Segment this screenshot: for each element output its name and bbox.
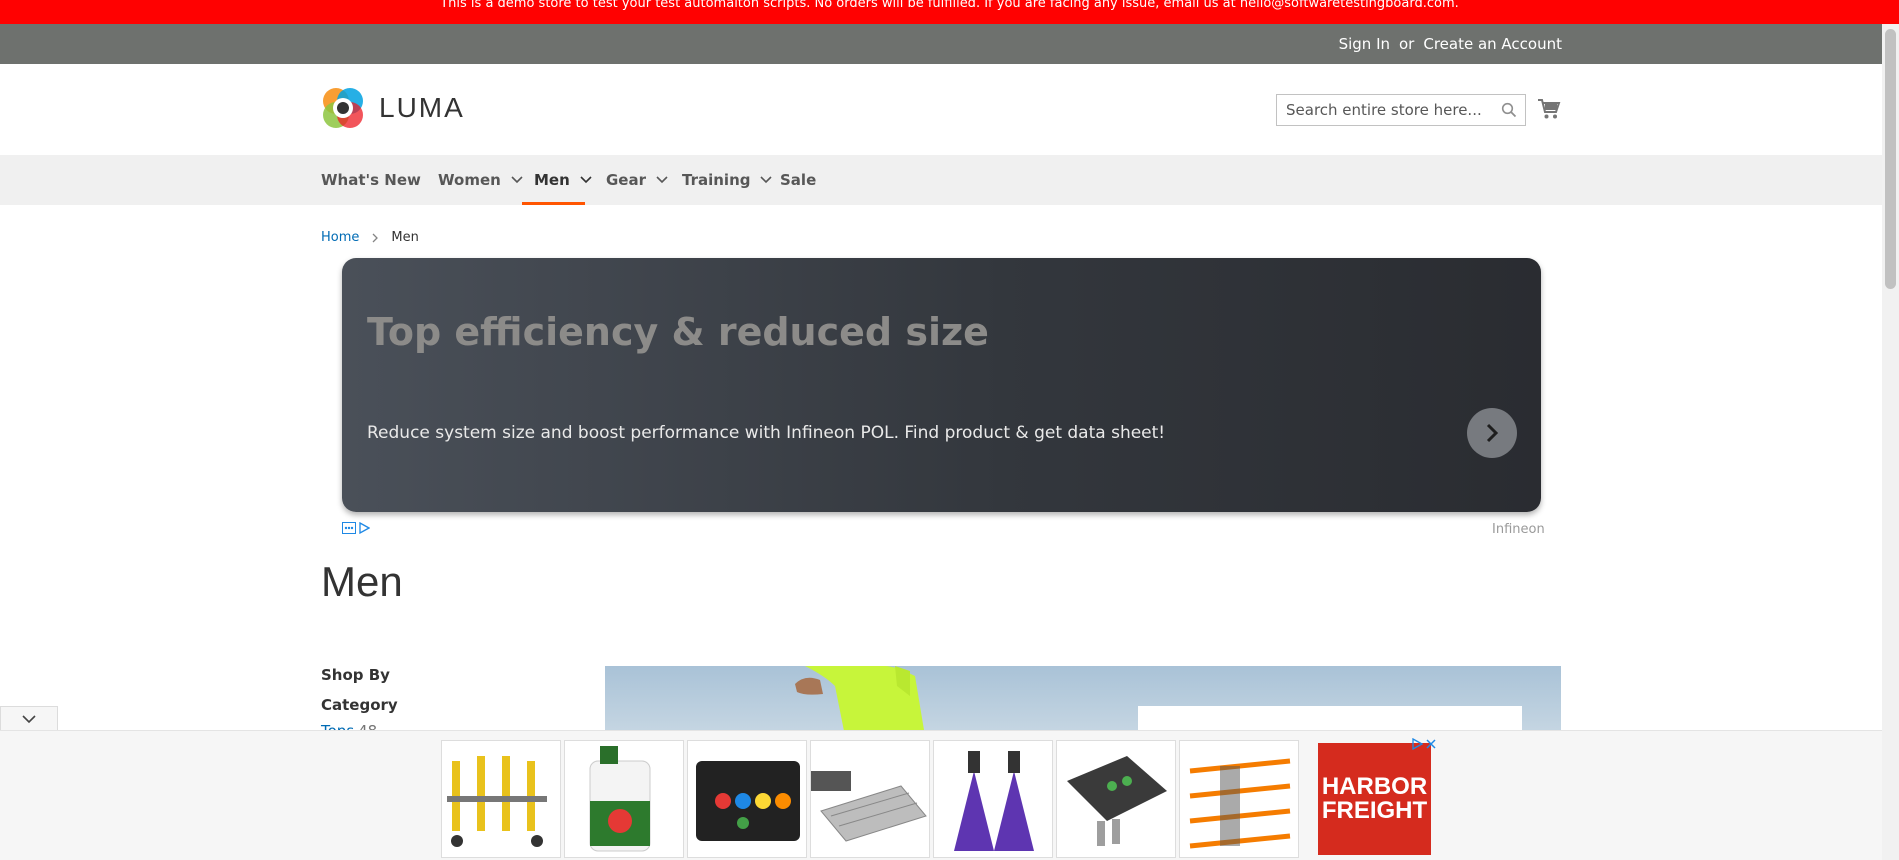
or-text: or bbox=[1399, 35, 1415, 53]
nav-item-whats-new[interactable]: What's New bbox=[321, 155, 421, 205]
ad-product-tile[interactable] bbox=[810, 740, 930, 858]
chevron-right-icon bbox=[372, 233, 379, 242]
brand-line2: FREIGHT bbox=[1321, 797, 1428, 824]
page-scrollbar[interactable] bbox=[1882, 24, 1899, 860]
nav-item-label: Sale bbox=[780, 171, 817, 189]
nav-item-label: Training bbox=[682, 171, 751, 189]
panel-header: Sign In or Create an Account bbox=[0, 24, 1882, 64]
nav-item-label: Women bbox=[438, 171, 501, 189]
category-filter-title[interactable]: Category bbox=[321, 696, 398, 714]
close-icon[interactable] bbox=[1425, 738, 1437, 750]
site-header: LUMA bbox=[0, 64, 1882, 155]
runner-figure bbox=[795, 666, 925, 736]
sign-in-link[interactable]: Sign In bbox=[1339, 35, 1390, 53]
search-box bbox=[1276, 94, 1526, 126]
ad-next-button[interactable] bbox=[1467, 408, 1517, 458]
breadcrumb: Home Men bbox=[321, 230, 419, 245]
account-links: Sign In or Create an Account bbox=[1339, 24, 1562, 64]
nav-item-men[interactable]: Men bbox=[534, 155, 592, 205]
demo-notice-text: This is a demo store to test your test a… bbox=[440, 0, 1459, 11]
ad-product-tile[interactable] bbox=[687, 740, 807, 858]
breadcrumb-current: Men bbox=[391, 230, 419, 245]
nav-item-label: Gear bbox=[606, 171, 647, 189]
adchoices-icon bbox=[359, 522, 370, 534]
scrollbar-thumb[interactable] bbox=[1885, 29, 1896, 289]
cargo-carrier-image bbox=[811, 771, 927, 842]
nav-item-women[interactable]: Women bbox=[438, 155, 523, 205]
search-input[interactable] bbox=[1277, 95, 1525, 125]
nav-item-training[interactable]: Training bbox=[682, 155, 773, 205]
nav-item-sale[interactable]: Sale bbox=[780, 155, 816, 205]
ad-product-strip bbox=[441, 740, 1299, 858]
chevron-down-icon bbox=[760, 176, 773, 184]
ad-product-tile[interactable] bbox=[564, 740, 684, 858]
oil-jug-image bbox=[589, 746, 651, 852]
shop-by-heading: Shop By bbox=[321, 666, 390, 684]
active-nav-underline bbox=[522, 202, 585, 205]
harbor-freight-logo[interactable]: HARBOR FREIGHT bbox=[1318, 743, 1431, 855]
ad-advertiser: Infineon bbox=[1492, 522, 1545, 537]
chevron-down-icon bbox=[656, 176, 668, 184]
ad-banner[interactable]: Top efficiency & reduced size Reduce sys… bbox=[342, 258, 1541, 512]
logo-wordmark: LUMA bbox=[379, 92, 465, 123]
nav-item-label: What's New bbox=[321, 171, 421, 189]
bottom-ad-bar: HARBOR FREIGHT bbox=[0, 730, 1882, 860]
create-account-link[interactable]: Create an Account bbox=[1423, 35, 1562, 53]
ad-options-icon bbox=[342, 522, 356, 534]
cart-icon[interactable] bbox=[1537, 98, 1561, 120]
luma-logo-icon bbox=[323, 88, 363, 128]
wheel-dolly-image bbox=[447, 756, 547, 847]
trailer-connector-image bbox=[1067, 756, 1167, 846]
ad-title: Top efficiency & reduced size bbox=[367, 310, 989, 354]
demo-notice-bar: This is a demo store to test your test a… bbox=[0, 0, 1899, 24]
collapse-ad-button[interactable] bbox=[0, 706, 58, 732]
ad-product-tile[interactable] bbox=[1179, 740, 1299, 858]
bottom-ad-choices[interactable] bbox=[1411, 738, 1437, 750]
nav-item-label: Men bbox=[534, 171, 570, 189]
page-title: Men bbox=[321, 558, 403, 605]
hero-image[interactable] bbox=[605, 666, 1561, 736]
ad-product-tile[interactable] bbox=[1056, 740, 1176, 858]
jack-stands-image bbox=[954, 751, 1034, 851]
search-icon[interactable] bbox=[1501, 102, 1517, 118]
nav-item-gear[interactable]: Gear bbox=[606, 155, 668, 205]
ad-product-tile[interactable] bbox=[441, 740, 561, 858]
ad-product-tile[interactable] bbox=[933, 740, 1053, 858]
luma-logo[interactable]: LUMA bbox=[321, 86, 465, 130]
chevron-down-icon bbox=[580, 176, 592, 184]
chevron-down-icon bbox=[22, 715, 36, 724]
ad-choices[interactable] bbox=[342, 522, 370, 534]
chevron-down-icon bbox=[511, 176, 523, 184]
brand-line1: HARBOR bbox=[1321, 773, 1428, 800]
chevron-right-icon bbox=[1486, 423, 1499, 443]
breadcrumb-home-link[interactable]: Home bbox=[321, 230, 359, 245]
ad-text: Reduce system size and boost performance… bbox=[367, 423, 1166, 443]
tool-kit-image bbox=[696, 761, 800, 841]
ratchet-straps-image bbox=[1189, 758, 1291, 849]
main-navigation: What's New Women Men Gear Training Sale bbox=[0, 155, 1882, 205]
adchoices-icon bbox=[1412, 738, 1423, 750]
